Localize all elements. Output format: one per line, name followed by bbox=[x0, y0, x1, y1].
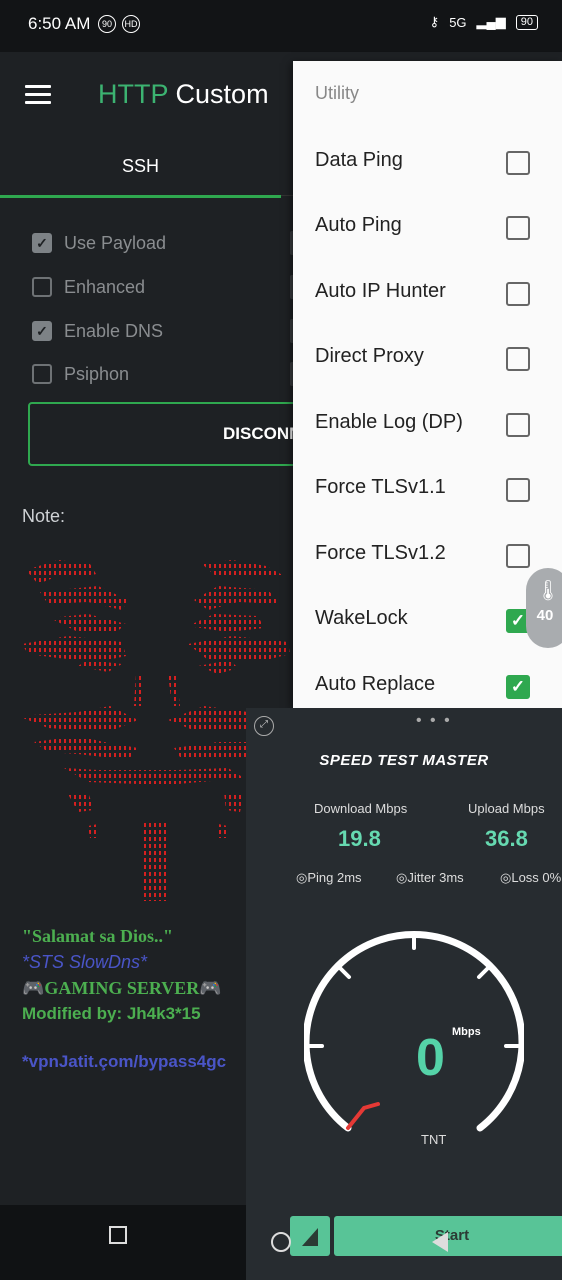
option-label: Use Payload bbox=[64, 232, 167, 253]
upload-label: Upload Mbps bbox=[468, 801, 545, 816]
jitter-icon: ◎ bbox=[396, 870, 408, 885]
menu-item-auto-ping[interactable]: Auto Ping bbox=[293, 198, 562, 254]
menu-item-force-tls12[interactable]: Force TLSv1.2 bbox=[293, 526, 562, 582]
status-right-icons: ⚷ 5G ▂▄▆ 90 bbox=[430, 14, 538, 30]
ping-value: Ping 2ms bbox=[307, 870, 362, 885]
menu-item-label: WakeLock bbox=[315, 607, 408, 629]
thermometer-icon: 🌡 bbox=[535, 580, 561, 602]
option-label: Enhanced bbox=[64, 276, 146, 297]
speed-test-title: SPEED TEST MASTER bbox=[319, 752, 489, 769]
loss-icon: ◎ bbox=[500, 870, 512, 885]
checkbox-icon[interactable] bbox=[506, 347, 530, 371]
speed-gauge bbox=[304, 931, 524, 1132]
ping-stat: ◎Ping 2ms bbox=[296, 870, 362, 886]
menu-item-label: Enable Log (DP) bbox=[315, 411, 463, 433]
menu-item-label: Force TLSv1.2 bbox=[315, 542, 446, 564]
isp-name: TNT bbox=[421, 1132, 447, 1147]
note-line-5-link[interactable]: *vpnJatit.çom/bypass4gc bbox=[22, 1052, 226, 1072]
jitter-stat: ◎Jitter 3ms bbox=[396, 870, 464, 886]
note-label: Note: bbox=[22, 506, 66, 526]
note-line-3: 🎮GAMING SERVER🎮 bbox=[22, 978, 222, 998]
gauge-value: 0 bbox=[416, 1029, 445, 1087]
menu-item-label: Auto IP Hunter bbox=[315, 280, 446, 302]
checkbox-checked-icon[interactable]: ✓ bbox=[32, 233, 52, 253]
option-psiphon[interactable]: Psiphon bbox=[32, 361, 129, 387]
start-button[interactable]: Start bbox=[334, 1216, 562, 1256]
key-icon: ⚷ bbox=[429, 14, 440, 29]
temperature-badge[interactable]: 🌡 40 bbox=[526, 568, 562, 648]
utility-dropdown-menu: Utility Data Ping Auto Ping Auto IP Hunt… bbox=[293, 61, 562, 708]
clock: 6:50 AM bbox=[28, 14, 91, 33]
recents-icon[interactable] bbox=[109, 1226, 127, 1244]
signal-icon: ▂▄▆ bbox=[476, 14, 506, 29]
option-enable-dns[interactable]: ✓ Enable DNS bbox=[32, 318, 163, 344]
dropdown-header: Utility bbox=[315, 83, 359, 103]
loss-value: Loss 0% bbox=[511, 870, 562, 885]
checkbox-checked-icon[interactable]: ✓ bbox=[506, 675, 530, 699]
checkbox-icon[interactable] bbox=[32, 277, 52, 297]
loss-stat: ◎Loss 0% bbox=[500, 870, 561, 886]
checkbox-icon[interactable] bbox=[506, 282, 530, 306]
checkbox-icon[interactable] bbox=[506, 544, 530, 568]
download-value: 19.8 bbox=[338, 826, 381, 851]
tab-ssh[interactable]: SSH bbox=[0, 140, 281, 198]
menu-item-auto-ip-hunter[interactable]: Auto IP Hunter bbox=[293, 264, 562, 320]
signal-icon bbox=[302, 1228, 318, 1246]
menu-item-label: Direct Proxy bbox=[315, 345, 424, 367]
gauge-unit: Mbps bbox=[452, 1026, 481, 1038]
hd-badge-icon: HD bbox=[122, 15, 140, 33]
menu-item-label: Data Ping bbox=[315, 149, 403, 171]
speed-test-overlay: ⤢ • • • SPEED TEST MASTER Download Mbps … bbox=[246, 708, 562, 1280]
notification-badge-icon: 90 bbox=[98, 15, 116, 33]
menu-item-auto-replace[interactable]: Auto Replace ✓ bbox=[293, 657, 562, 713]
menu-item-direct-proxy[interactable]: Direct Proxy bbox=[293, 329, 562, 385]
jitter-value: Jitter 3ms bbox=[407, 870, 464, 885]
menu-item-enable-log[interactable]: Enable Log (DP) bbox=[293, 395, 562, 451]
expand-icon[interactable]: ⤢ bbox=[254, 716, 274, 736]
signal-button[interactable] bbox=[290, 1216, 330, 1256]
menu-item-data-ping[interactable]: Data Ping bbox=[293, 133, 562, 189]
disconnect-button[interactable]: DISCONNECT bbox=[28, 402, 328, 466]
home-icon[interactable] bbox=[271, 1232, 291, 1252]
upload-value: 36.8 bbox=[485, 826, 528, 851]
app-title: HTTP Custom bbox=[98, 79, 269, 110]
checkbox-icon[interactable] bbox=[506, 478, 530, 502]
checkbox-icon[interactable] bbox=[506, 413, 530, 437]
temperature-value: 40 bbox=[536, 607, 554, 624]
menu-item-wakelock[interactable]: WakeLock ✓ bbox=[293, 591, 562, 647]
menu-item-force-tls11[interactable]: Force TLSv1.1 bbox=[293, 460, 562, 516]
app-title-rest: Custom bbox=[175, 79, 269, 109]
menu-item-label: Auto Ping bbox=[315, 214, 402, 236]
app-title-accent: HTTP bbox=[98, 79, 169, 109]
status-bar: 6:50 AM 90 HD ⚷ 5G ▂▄▆ 90 bbox=[0, 0, 562, 52]
status-left-icons: 90 HD bbox=[98, 15, 146, 33]
menu-item-label: Force TLSv1.1 bbox=[315, 476, 446, 498]
ping-icon: ◎ bbox=[296, 870, 308, 885]
battery-icon: 90 bbox=[515, 14, 538, 30]
hamburger-menu-icon[interactable] bbox=[25, 85, 51, 105]
download-label: Download Mbps bbox=[314, 801, 408, 816]
checkbox-icon[interactable] bbox=[506, 151, 530, 175]
option-label: Enable DNS bbox=[64, 320, 164, 341]
note-line-1: "Salamat sa Dios.." bbox=[22, 926, 173, 946]
more-options-icon[interactable]: • • • bbox=[416, 712, 452, 730]
option-enhanced[interactable]: Enhanced bbox=[32, 274, 145, 300]
option-use-payload[interactable]: ✓ Use Payload bbox=[32, 230, 166, 256]
note-line-2: *STS SlowDns* bbox=[22, 952, 148, 972]
menu-item-label: Auto Replace bbox=[315, 673, 436, 695]
note-line-4: Modified by: Jh4k3*15 bbox=[22, 1004, 201, 1023]
checkbox-icon[interactable] bbox=[32, 364, 52, 384]
option-label: Psiphon bbox=[64, 363, 130, 384]
checkbox-icon[interactable] bbox=[506, 216, 530, 240]
checkbox-checked-icon[interactable]: ✓ bbox=[32, 321, 52, 341]
network-type: 5G bbox=[449, 14, 467, 30]
back-icon[interactable] bbox=[432, 1232, 448, 1252]
